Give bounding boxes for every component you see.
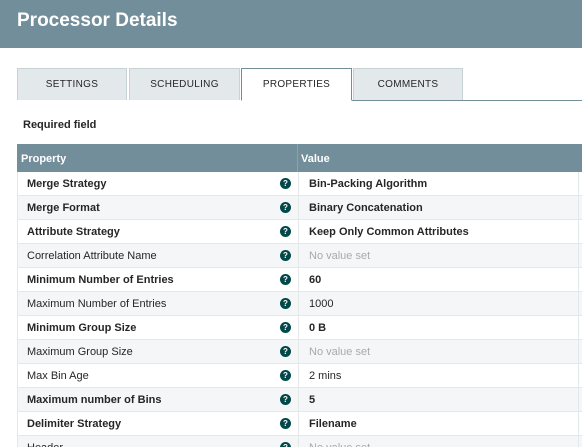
cell-divider xyxy=(298,268,299,291)
table-row[interactable]: Merge Format? Binary Concatenation xyxy=(17,196,582,220)
dialog-title: Processor Details xyxy=(17,10,178,31)
help-icon[interactable]: ? xyxy=(280,274,291,285)
property-value[interactable]: No value set xyxy=(309,346,569,358)
property-name: Maximum Group Size xyxy=(27,346,133,358)
property-value[interactable]: No value set xyxy=(309,442,569,447)
cell-divider xyxy=(578,292,579,315)
property-name: Maximum Number of Entries xyxy=(27,298,167,310)
tab-bar-baseline xyxy=(351,100,582,101)
property-name: Merge Strategy xyxy=(27,178,107,190)
cell-divider xyxy=(298,220,299,243)
tab-settings[interactable]: SETTINGS xyxy=(17,68,127,100)
table-row[interactable]: Delimiter Strategy? Filename xyxy=(17,412,582,436)
column-header-value[interactable]: Value xyxy=(301,153,330,165)
help-icon[interactable]: ? xyxy=(280,442,291,447)
cell-divider xyxy=(578,316,579,339)
property-value[interactable]: Bin-Packing Algorithm xyxy=(309,178,569,190)
cell-divider xyxy=(298,316,299,339)
tab-scheduling[interactable]: SCHEDULING xyxy=(129,68,240,100)
table-row[interactable]: Attribute Strategy? Keep Only Common Attr… xyxy=(17,220,582,244)
table-header: Property Value xyxy=(17,144,582,172)
help-icon[interactable]: ? xyxy=(280,178,291,189)
cell-divider xyxy=(298,292,299,315)
cell-divider xyxy=(578,244,579,267)
cell-divider xyxy=(578,220,579,243)
property-value[interactable]: Binary Concatenation xyxy=(309,202,569,214)
cell-divider xyxy=(298,244,299,267)
property-value[interactable]: 5 xyxy=(309,394,569,406)
table-row[interactable]: Maximum number of Bins? 5 xyxy=(17,388,582,412)
table-row[interactable]: Merge Strategy? Bin-Packing Algorithm xyxy=(17,172,582,196)
property-name: Delimiter Strategy xyxy=(27,418,122,430)
cell-divider xyxy=(298,172,299,195)
help-icon[interactable]: ? xyxy=(280,226,291,237)
dialog-header: Processor Details xyxy=(0,0,582,48)
cell-divider xyxy=(578,412,579,435)
column-divider[interactable] xyxy=(297,144,298,172)
cell-divider xyxy=(578,388,579,411)
help-icon[interactable]: ? xyxy=(280,394,291,405)
tab-bar: SETTINGS SCHEDULING PROPERTIES COMMENTS xyxy=(17,68,582,101)
cell-divider xyxy=(578,268,579,291)
property-value[interactable]: 60 xyxy=(309,274,569,286)
table-body: Merge Strategy? Bin-Packing Algorithm Merg… xyxy=(17,172,582,447)
cell-divider xyxy=(578,172,579,195)
help-icon[interactable]: ? xyxy=(280,346,291,357)
cell-divider xyxy=(298,412,299,435)
column-header-property[interactable]: Property xyxy=(21,153,66,165)
property-name: Correlation Attribute Name xyxy=(27,250,157,262)
cell-divider xyxy=(298,364,299,387)
table-row[interactable]: Header? No value set xyxy=(17,436,582,447)
required-field-label: Required field xyxy=(23,119,97,131)
property-name: Minimum Group Size xyxy=(27,322,137,334)
cell-divider xyxy=(578,196,579,219)
table-row[interactable]: Maximum Number of Entries? 1000 xyxy=(17,292,582,316)
table-row[interactable]: Correlation Attribute Name? No value set xyxy=(17,244,582,268)
property-name: Merge Format xyxy=(27,202,100,214)
tab-properties[interactable]: PROPERTIES xyxy=(241,68,352,101)
cell-divider xyxy=(298,388,299,411)
cell-divider xyxy=(298,340,299,363)
table-row[interactable]: Maximum Group Size? No value set xyxy=(17,340,582,364)
help-icon[interactable]: ? xyxy=(280,370,291,381)
tab-comments[interactable]: COMMENTS xyxy=(353,68,463,100)
property-name: Minimum Number of Entries xyxy=(27,274,174,286)
cell-divider xyxy=(578,340,579,363)
help-icon[interactable]: ? xyxy=(280,202,291,213)
property-name: Attribute Strategy xyxy=(27,226,120,238)
cell-divider xyxy=(298,436,299,447)
property-value[interactable]: 2 mins xyxy=(309,370,569,382)
table-row[interactable]: Minimum Number of Entries? 60 xyxy=(17,268,582,292)
property-value[interactable]: 1000 xyxy=(309,298,569,310)
cell-divider xyxy=(298,196,299,219)
property-value[interactable]: Filename xyxy=(309,418,569,430)
help-icon[interactable]: ? xyxy=(280,250,291,261)
property-name: Max Bin Age xyxy=(27,370,89,382)
help-icon[interactable]: ? xyxy=(280,298,291,309)
cell-divider xyxy=(578,364,579,387)
help-icon[interactable]: ? xyxy=(280,322,291,333)
property-value[interactable]: 0 B xyxy=(309,322,569,334)
cell-divider xyxy=(578,436,579,447)
property-value[interactable]: No value set xyxy=(309,250,569,262)
table-row[interactable]: Minimum Group Size? 0 B xyxy=(17,316,582,340)
property-name: Header xyxy=(27,442,277,447)
property-name: Maximum number of Bins xyxy=(27,394,162,406)
table-row[interactable]: Max Bin Age? 2 mins xyxy=(17,364,582,388)
help-icon[interactable]: ? xyxy=(280,418,291,429)
property-value[interactable]: Keep Only Common Attributes xyxy=(309,226,569,238)
properties-table: Property Value Merge Strategy? Bin-Packin… xyxy=(17,144,582,447)
